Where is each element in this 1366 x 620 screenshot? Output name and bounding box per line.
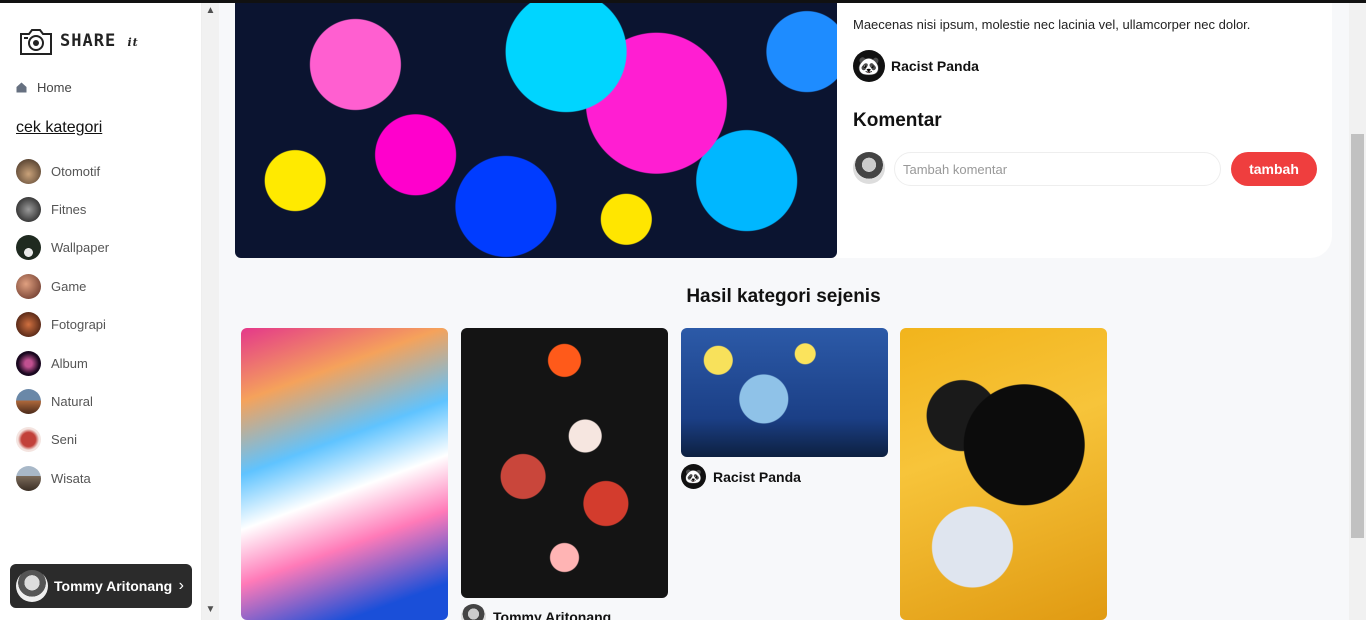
category-label: Otomotif xyxy=(51,163,101,179)
user-profile-button[interactable]: Tommy Aritonang › xyxy=(10,564,192,608)
avatar xyxy=(16,570,48,602)
category-item-wisata[interactable]: Wisata xyxy=(16,459,109,497)
scroll-up-icon[interactable]: ▲ xyxy=(202,2,219,19)
chevron-right-icon: › xyxy=(178,577,184,594)
comment-input[interactable] xyxy=(894,152,1221,186)
home-icon xyxy=(16,82,27,93)
user-name: Tommy Aritonang xyxy=(54,578,173,594)
related-card[interactable] xyxy=(681,328,888,457)
logo-text: SHARE it xyxy=(60,31,139,51)
author-name: Racist Panda xyxy=(891,58,979,74)
category-title[interactable]: cek kategori xyxy=(16,119,102,137)
category-thumbnail xyxy=(16,350,41,376)
scroll-down-icon[interactable]: ▼ xyxy=(202,601,219,618)
comments-title: Komentar xyxy=(853,110,942,131)
category-thumbnail xyxy=(16,427,41,453)
category-item-seni[interactable]: Seni xyxy=(16,421,109,459)
category-thumbnail xyxy=(16,465,41,491)
category-item-wallpaper[interactable]: Wallpaper xyxy=(16,229,109,267)
related-title: Hasil kategori sejenis xyxy=(686,286,881,307)
card-author[interactable]: 🐼 Racist Panda xyxy=(681,464,801,489)
category-thumbnail xyxy=(16,197,41,223)
category-label: Seni xyxy=(51,432,78,448)
category-item-natural[interactable]: Natural xyxy=(16,382,109,420)
scrollbar-thumb[interactable] xyxy=(1351,134,1364,538)
category-item-game[interactable]: Game xyxy=(16,267,109,305)
category-list: Otomotif Fitnes Wallpaper Game Fotograpi… xyxy=(16,152,109,498)
category-item-fotograpi[interactable]: Fotograpi xyxy=(16,306,109,344)
card-author[interactable]: Tommy Aritonang xyxy=(461,604,611,620)
avatar xyxy=(853,152,885,184)
avatar xyxy=(461,604,486,620)
panda-avatar: 🐼 xyxy=(681,464,706,489)
card-author-name: Tommy Aritonang xyxy=(493,608,612,620)
camera-icon xyxy=(20,29,52,55)
category-item-fitnes[interactable]: Fitnes xyxy=(16,190,109,228)
related-card[interactable] xyxy=(900,328,1107,620)
category-label: Fotograpi xyxy=(51,317,106,333)
category-label: Fitnes xyxy=(51,202,87,218)
category-label: Wallpaper xyxy=(51,240,110,256)
category-item-otomotif[interactable]: Otomotif xyxy=(16,152,109,190)
page-scrollbar[interactable] xyxy=(1349,0,1366,620)
sidebar-item-home[interactable]: Home xyxy=(16,80,72,95)
logo[interactable]: SHARE it xyxy=(18,26,139,56)
category-label: Natural xyxy=(51,394,93,410)
category-label: Wisata xyxy=(51,470,91,486)
add-comment-button[interactable]: tambah xyxy=(1231,152,1317,186)
related-card[interactable] xyxy=(241,328,448,620)
category-item-album[interactable]: Album xyxy=(16,344,109,382)
related-card[interactable] xyxy=(461,328,668,598)
category-thumbnail xyxy=(16,312,41,338)
sidebar: SHARE it Home cek kategori Otomotif Fitn… xyxy=(0,0,202,620)
top-border xyxy=(0,0,1366,3)
post-description: Maecenas nisi ipsum, molestie nec lacini… xyxy=(853,17,1251,32)
category-label: Album xyxy=(51,355,88,371)
post-author[interactable]: 🐼 Racist Panda xyxy=(853,50,979,82)
category-thumbnail xyxy=(16,235,41,261)
panda-avatar: 🐼 xyxy=(853,50,885,82)
category-label: Game xyxy=(51,278,87,294)
post-image xyxy=(235,0,837,258)
category-thumbnail xyxy=(16,273,41,299)
sidebar-scrollbar[interactable]: ▲ ▼ xyxy=(202,0,219,620)
card-author-name: Racist Panda xyxy=(713,468,801,485)
category-thumbnail xyxy=(16,158,41,184)
category-thumbnail xyxy=(16,389,41,415)
home-label: Home xyxy=(37,80,72,95)
